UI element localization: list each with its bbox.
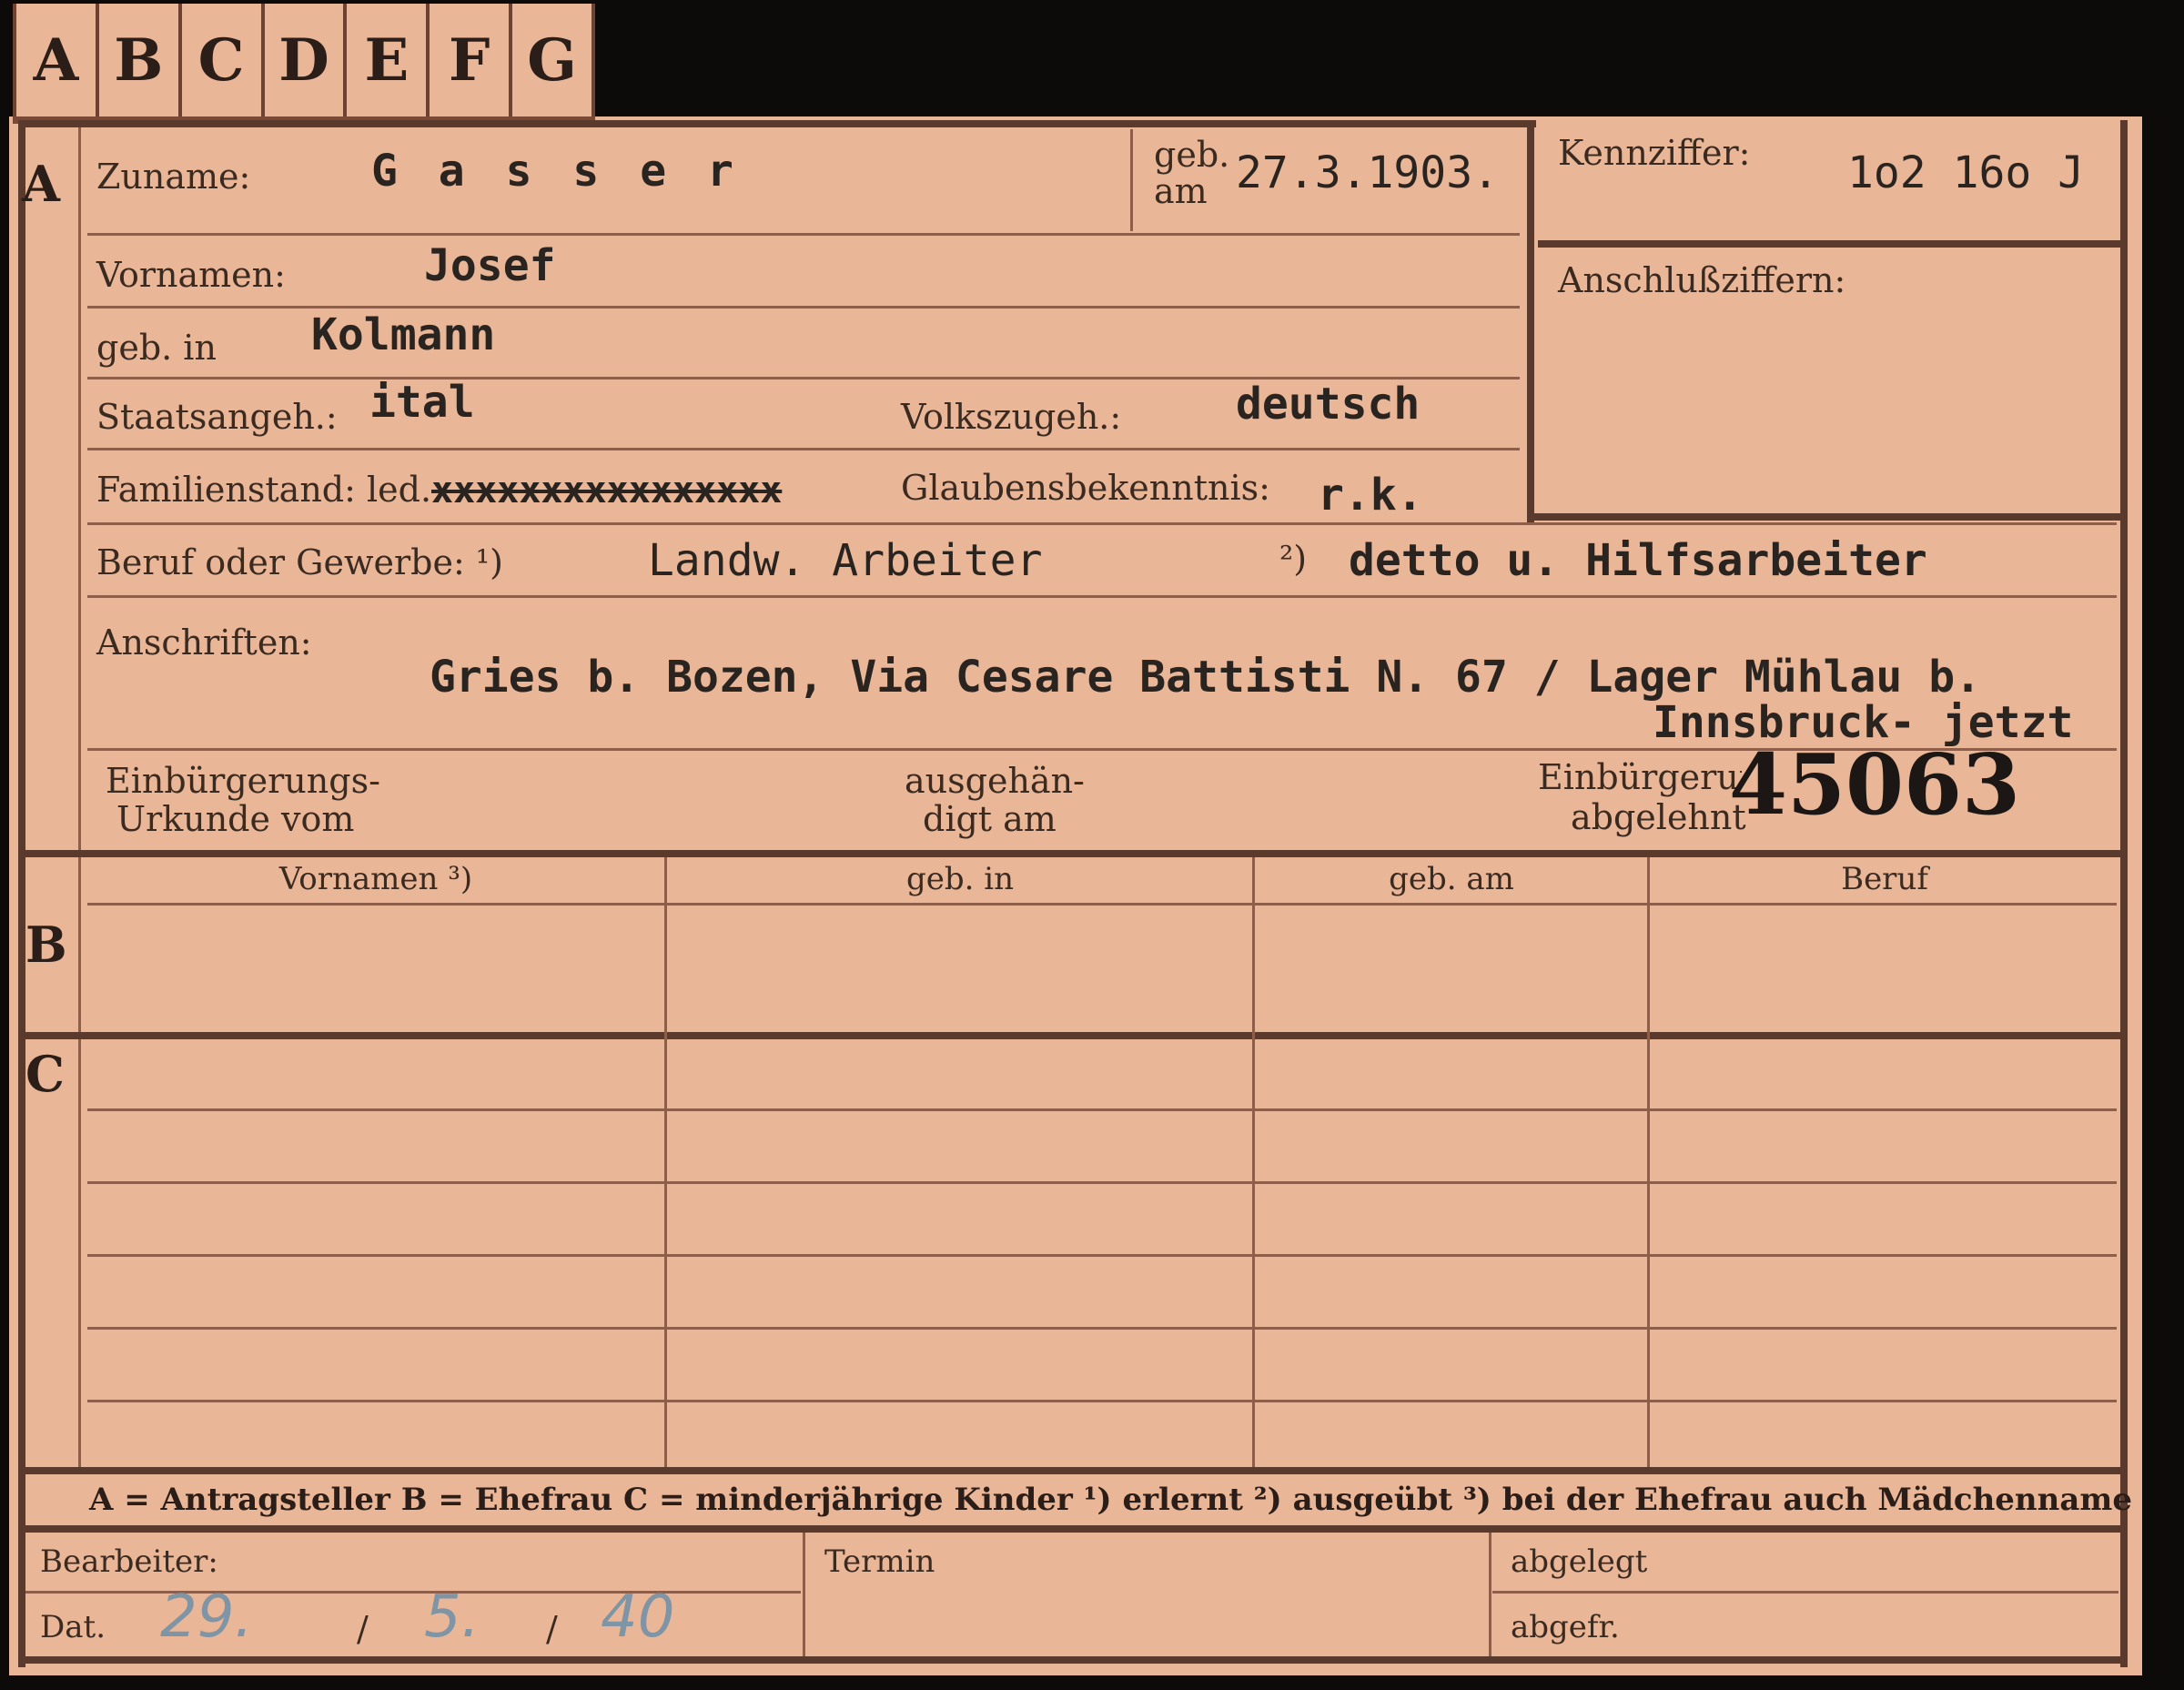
staatsangeh-label: Staatsangeh.:	[96, 397, 338, 437]
stamp-number: 45063	[1729, 735, 2021, 834]
anschriften-label: Anschriften:	[96, 622, 312, 663]
legend-bottom-border	[18, 1525, 2120, 1533]
col-head-vornamen: Vornamen ³)	[278, 861, 473, 897]
section-a-letter: A	[22, 155, 60, 213]
row-line	[25, 1591, 801, 1594]
kennziffer-box-bottom	[1527, 513, 2120, 521]
beruf-marker-2: ²)	[1279, 539, 1308, 579]
section-letter-divider	[78, 120, 81, 1467]
abgefr-label: abgefr.	[1511, 1609, 1620, 1645]
geb-am-value: 27.3.1903.	[1236, 147, 1499, 198]
dat-label: Dat.	[40, 1609, 106, 1645]
col-divider	[1647, 857, 1650, 1467]
einbuergerungsurkunde-label-2: Urkunde vom	[116, 799, 355, 839]
footer-divider	[803, 1533, 805, 1656]
volkszugeh-label: Volkszugeh.:	[901, 397, 1122, 437]
left-border	[18, 120, 25, 1667]
col-head-geb-am: geb. am	[1389, 861, 1514, 897]
kennziffer-value: 1o2 16o J	[1847, 147, 2085, 198]
familienstand-label: Familienstand: led.	[96, 470, 432, 510]
row-line	[87, 1254, 2117, 1257]
abgelegt-label: abgelegt	[1511, 1543, 1648, 1580]
zuname-label: Zuname:	[96, 157, 251, 197]
tab-e[interactable]: E	[347, 4, 430, 116]
geb-in-value: Kolmann	[311, 309, 496, 360]
einbuergerungsurkunde-label-1: Einbürgerungs-	[106, 761, 380, 801]
beruf-ausgeuebt-value: detto u. Hilfsarbeiter	[1349, 535, 1927, 586]
familienstand-struck-text: xxxxxxxxxxxxxxxx	[431, 470, 783, 511]
ausgehaendigt-label-1: ausgehän-	[905, 761, 1085, 801]
dat-sep-2: /	[546, 1609, 558, 1649]
staatsangeh-value: ital	[369, 377, 475, 428]
row-line	[87, 1327, 2117, 1330]
tab-c[interactable]: C	[182, 4, 265, 116]
dat-year: 40	[601, 1584, 675, 1651]
row-line	[87, 522, 2117, 525]
footer-divider	[1489, 1533, 1491, 1656]
dat-day: 29.	[160, 1584, 253, 1651]
top-border	[18, 120, 1536, 127]
bearbeiter-label: Bearbeiter:	[40, 1543, 218, 1580]
legend-top-border	[18, 1467, 2120, 1474]
row-line	[87, 1108, 2117, 1111]
termin-label: Termin	[824, 1543, 935, 1580]
col-divider	[664, 857, 667, 1467]
einbuergerung-abgelehnt-label-1: Einbürgerung	[1538, 757, 1742, 797]
geb-am-label-1: geb.	[1154, 135, 1230, 175]
row-line	[87, 595, 2117, 598]
tab-b[interactable]: B	[99, 4, 182, 116]
anschlussziffern-label: Anschlußziffern:	[1558, 260, 1846, 300]
row-line	[1492, 1591, 2118, 1594]
legend-text: A = Antragsteller B = Ehefrau C = minder…	[89, 1482, 2132, 1518]
beruf-erlernt-value: Landw. Arbeiter	[648, 535, 1043, 586]
dat-month: 5.	[424, 1584, 480, 1651]
section-c-top-border	[18, 1032, 2120, 1039]
glaubensbekenntnis-value: r.k.	[1318, 470, 1423, 521]
kennziffer-box-divider	[1538, 240, 2120, 248]
col-head-geb-in: geb. in	[905, 861, 1015, 897]
vornamen-value: Josef	[424, 240, 556, 291]
dat-sep-1: /	[357, 1609, 369, 1649]
kennziffer-box-left	[1527, 127, 1534, 524]
einbuergerung-abgelehnt-label-2: abgelehnt	[1571, 797, 1746, 837]
tab-g[interactable]: G	[512, 4, 596, 116]
row-line	[87, 448, 1520, 450]
vornamen-label: Vornamen:	[96, 255, 286, 295]
section-b-top-border	[18, 850, 2120, 857]
index-tabs: A B C D E F G	[13, 4, 596, 124]
bottom-border	[18, 1656, 2128, 1664]
row-line	[87, 233, 1520, 236]
zuname-value: G a s s e r	[371, 146, 741, 197]
row-line	[87, 1181, 2117, 1184]
anschrift-line-1: Gries b. Bozen, Via Cesare Battisti N. 6…	[430, 652, 1982, 703]
section-b-letter: B	[25, 916, 67, 974]
ausgehaendigt-label-2: digt am	[923, 799, 1057, 839]
section-c-letter: C	[25, 1045, 65, 1103]
tab-d[interactable]: D	[265, 4, 348, 116]
col-divider	[1252, 857, 1255, 1467]
right-border	[2120, 120, 2128, 1667]
geb-am-label-2: am	[1154, 171, 1208, 211]
row-line	[87, 1400, 2117, 1402]
kennziffer-label: Kennziffer:	[1558, 133, 1751, 173]
tab-f[interactable]: F	[430, 4, 513, 116]
geb-am-divider	[1130, 129, 1133, 231]
geb-in-label: geb. in	[96, 328, 217, 368]
tab-a[interactable]: A	[13, 4, 99, 116]
beruf-label: Beruf oder Gewerbe: ¹)	[96, 542, 503, 582]
glaubensbekenntnis-label: Glaubensbekenntnis:	[901, 468, 1270, 508]
volkszugeh-value: deutsch	[1236, 379, 1421, 430]
row-line	[87, 903, 2117, 906]
row-line	[87, 306, 1520, 309]
col-head-beruf: Beruf	[1841, 861, 1928, 897]
